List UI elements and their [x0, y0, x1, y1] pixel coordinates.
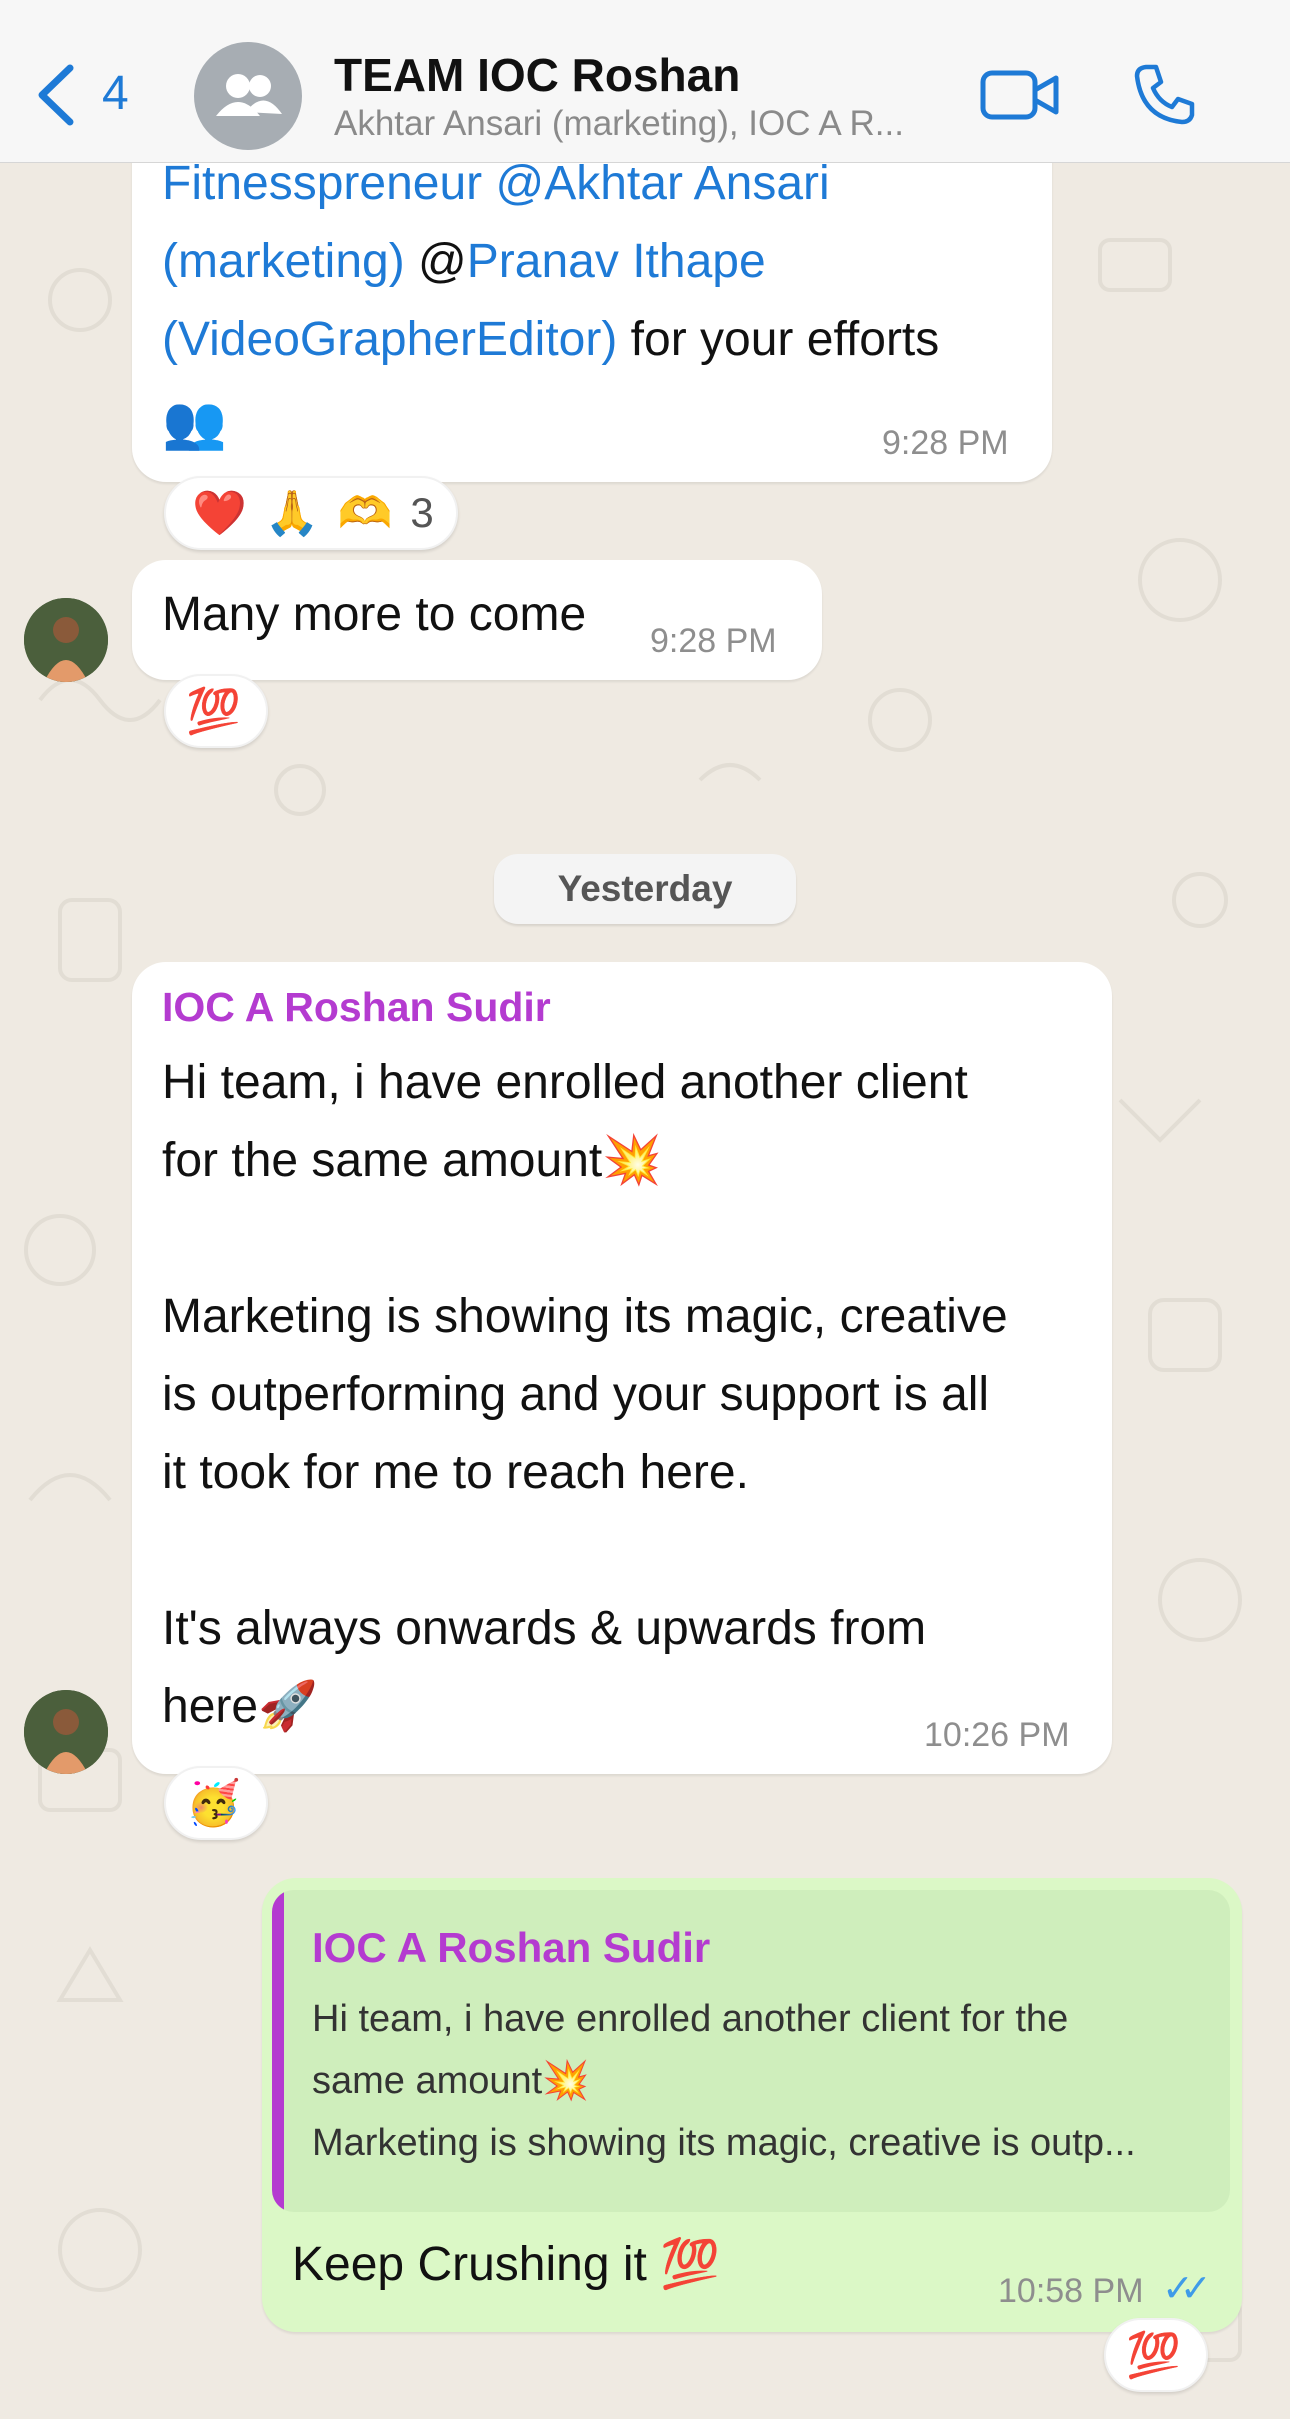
party-face-reaction: 🥳	[186, 1778, 241, 1829]
mention-link[interactable]: Pranav Ithape	[467, 235, 766, 288]
reaction-pill[interactable]: 🥳	[164, 1766, 268, 1840]
mention-link[interactable]: (VideoGrapherEditor)	[162, 313, 617, 366]
quoted-sender: IOC A Roshan Sudir	[312, 1924, 711, 1971]
busts-emoji: 👥	[162, 393, 227, 453]
quote-accent-bar	[272, 1890, 284, 2212]
message-line: It's always onwards & upwards from	[162, 1602, 927, 1655]
phone-icon[interactable]	[1132, 62, 1196, 126]
sender-avatar[interactable]	[24, 598, 108, 682]
sender-avatar[interactable]	[24, 1690, 108, 1774]
group-avatar[interactable]	[194, 42, 302, 150]
message-line: it took for me to reach here.	[162, 1446, 749, 1499]
message-text: (VideoGrapherEditor) for your efforts	[162, 301, 939, 379]
message-line: Marketing is showing its magic, creative	[162, 1290, 1008, 1343]
message-line: Hi team, i have enrolled another client	[162, 1056, 968, 1109]
mention-link[interactable]: Fitnesspreneur @Akhtar Ansari	[162, 157, 830, 210]
chevron-left-icon[interactable]	[34, 62, 78, 128]
heart-hands-reaction: 🫶	[337, 488, 393, 539]
heart-reaction: ❤️	[192, 488, 247, 539]
message-text: Keep Crushing it 💯	[292, 2238, 720, 2291]
quoted-line: Hi team, i have enrolled another client …	[312, 1998, 1069, 2040]
quoted-line: Marketing is showing its magic, creative…	[312, 2122, 1136, 2164]
quoted-message[interactable]: IOC A Roshan Sudir Hi team, i have enrol…	[272, 1890, 1230, 2212]
reaction-pill[interactable]: 💯	[164, 674, 268, 748]
message-text: (marketing) @Pranav Ithape	[162, 223, 766, 301]
chat-header: 4 TEAM IOC Roshan Akhtar Ansari (marketi…	[0, 0, 1290, 163]
chat-participants[interactable]: Akhtar Ansari (marketing), IOC A R...	[334, 104, 954, 144]
reaction-count: 3	[410, 489, 434, 536]
mention-link[interactable]: (marketing)	[162, 235, 405, 288]
message-text-tail: for your efforts	[617, 313, 940, 366]
hundred-reaction: 💯	[1126, 2330, 1181, 2381]
message-time: 10:26 PM	[924, 1716, 1070, 1754]
video-call-icon[interactable]	[980, 68, 1060, 122]
message-time: 10:58 PM	[998, 2272, 1144, 2310]
quoted-line: same amount💥	[312, 2060, 590, 2102]
unread-count[interactable]: 4	[102, 66, 129, 121]
pray-reaction: 🙏	[264, 488, 320, 539]
avatar-photo	[24, 598, 108, 682]
reaction-pill[interactable]: 💯	[1104, 2318, 1208, 2392]
avatar-photo	[24, 1690, 108, 1774]
reactions-pill[interactable]: ❤️ 🙏 🫶 3	[164, 476, 458, 550]
group-avatar-icon	[216, 74, 282, 116]
message-text: Many more to come	[162, 588, 587, 641]
chat-title[interactable]: TEAM IOC Roshan	[334, 48, 740, 102]
message-line: for the same amount💥	[162, 1134, 662, 1187]
message-time: 9:28 PM	[650, 622, 777, 660]
sender-name[interactable]: IOC A Roshan Sudir	[162, 984, 551, 1031]
hundred-reaction: 💯	[186, 686, 241, 737]
message-line: here🚀	[162, 1680, 318, 1733]
message-line: is outperforming and your support is all	[162, 1368, 990, 1421]
date-separator: Yesterday	[494, 854, 796, 924]
double-check-icon: ✓✓	[1162, 2268, 1212, 2310]
message-time: 9:28 PM	[882, 424, 1009, 462]
mention-at: @	[404, 235, 467, 288]
